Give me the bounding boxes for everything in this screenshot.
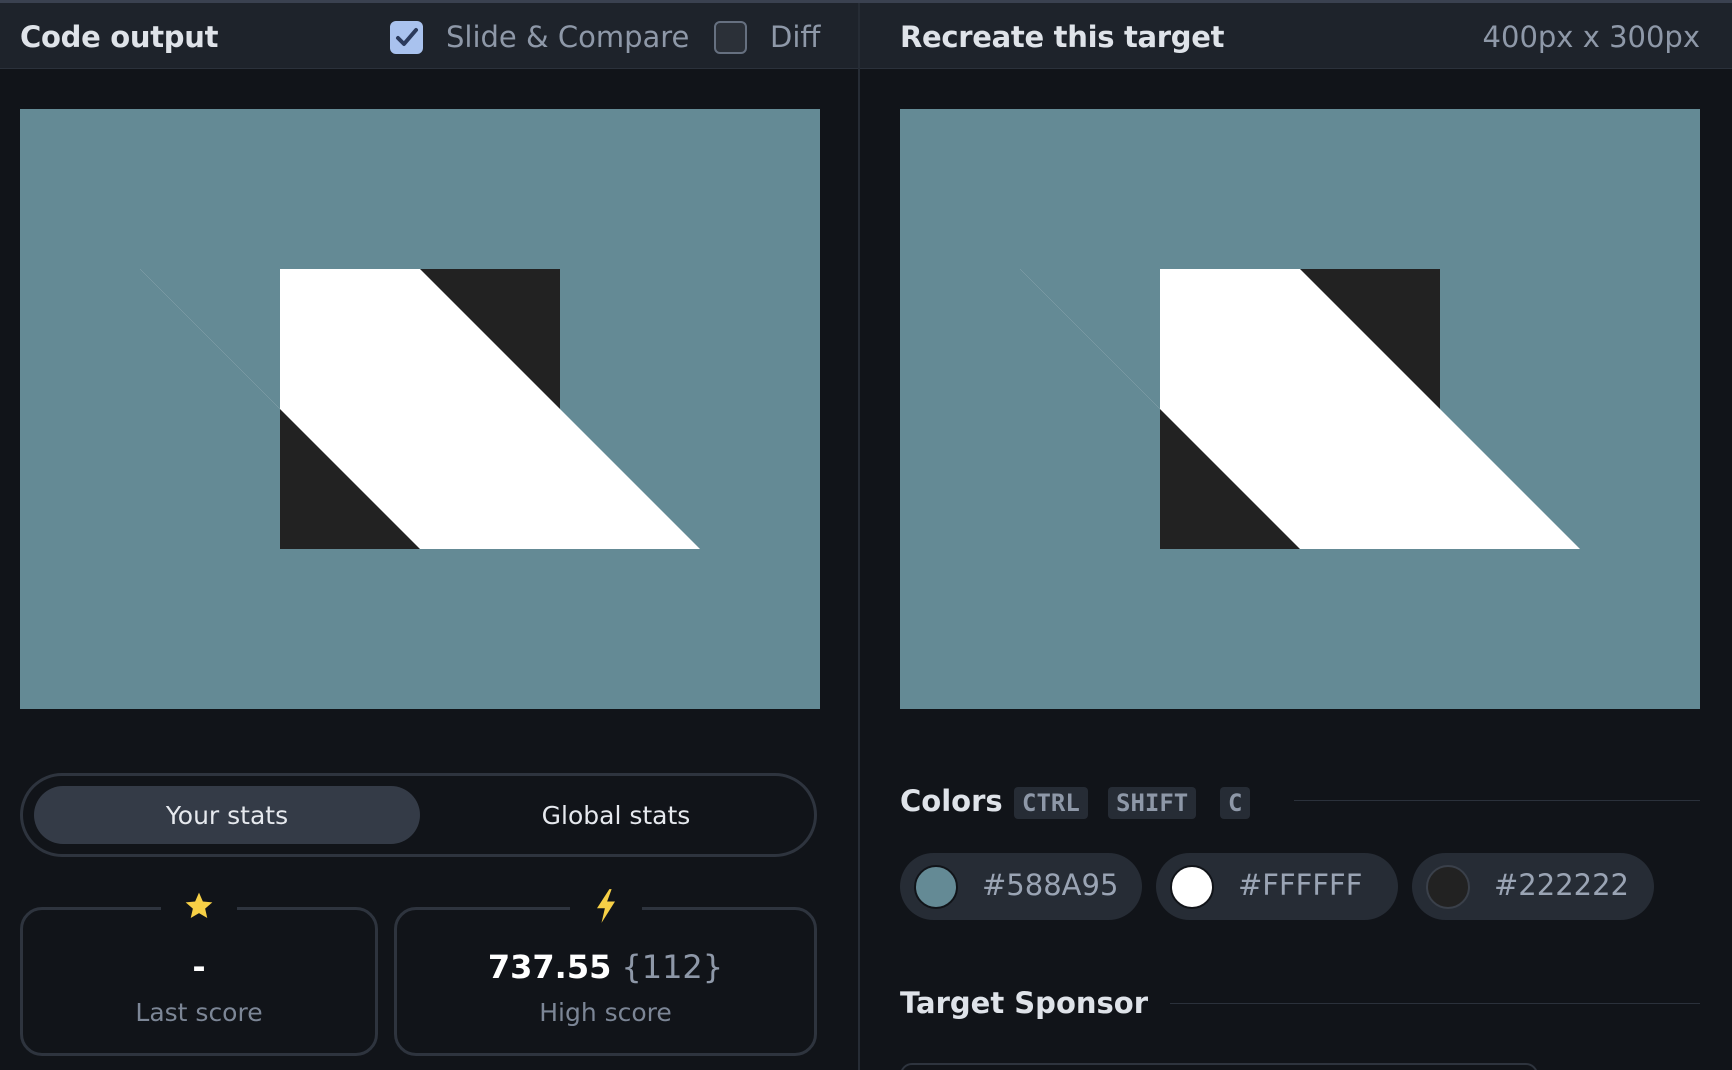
swatch-hex-teal: #588A95 [982,868,1119,902]
last-score-label: Last score [135,998,263,1027]
code-output-title: Code output [20,20,219,54]
swatch-dot-teal [914,865,958,909]
swatch-hex-white: #FFFFFF [1238,868,1363,902]
high-score-value: 737.55 {112} [397,948,814,986]
high-score-label: High score [539,998,672,1027]
kbd-shift: SHIFT [1108,787,1197,819]
color-swatch-white[interactable]: #FFFFFF [1156,853,1398,920]
stats-toggle: Your stats Global stats [20,773,817,857]
panel-divider [858,3,860,1070]
star-icon [161,886,237,926]
color-swatch-teal[interactable]: #588A95 [900,853,1142,920]
slide-compare-checkbox[interactable] [390,21,423,54]
target-canvas [900,109,1700,709]
lightning-icon [569,886,642,926]
sponsor-rule [1170,1003,1700,1004]
target-title: Recreate this target [900,20,1225,54]
high-score-attempts: {112} [621,948,724,986]
high-score-number: 737.55 [487,948,612,986]
diff-label[interactable]: Diff [770,20,820,54]
sponsor-card[interactable] [900,1063,1538,1070]
last-score-value: - [192,948,206,986]
diff-checkbox[interactable] [714,21,747,54]
color-swatch-dark[interactable]: #222222 [1412,853,1654,920]
target-shape-art [900,109,1700,709]
colors-title: Colors [900,784,1003,818]
sponsor-title: Target Sponsor [900,986,1149,1020]
swatch-hex-dark: #222222 [1494,868,1630,902]
tab-global-stats[interactable]: Global stats [423,786,809,844]
output-shape-art [20,109,820,709]
code-output-header: Code output Slide & Compare Diff [0,3,858,69]
tab-your-stats[interactable]: Your stats [34,786,420,844]
kbd-c: C [1220,787,1251,819]
slide-compare-label[interactable]: Slide & Compare [446,20,689,54]
kbd-ctrl: CTRL [1014,787,1088,819]
swatch-dot-dark [1426,865,1470,909]
swatch-dot-white [1170,865,1214,909]
check-icon [396,28,418,46]
target-header: Recreate this target 400px x 300px [860,3,1732,69]
colors-rule [1294,800,1700,801]
code-output-canvas[interactable] [20,109,820,709]
target-dimensions: 400px x 300px [1482,20,1700,54]
last-score-card: - Last score [20,886,378,1056]
high-score-card: 737.55 {112} High score [394,886,817,1056]
